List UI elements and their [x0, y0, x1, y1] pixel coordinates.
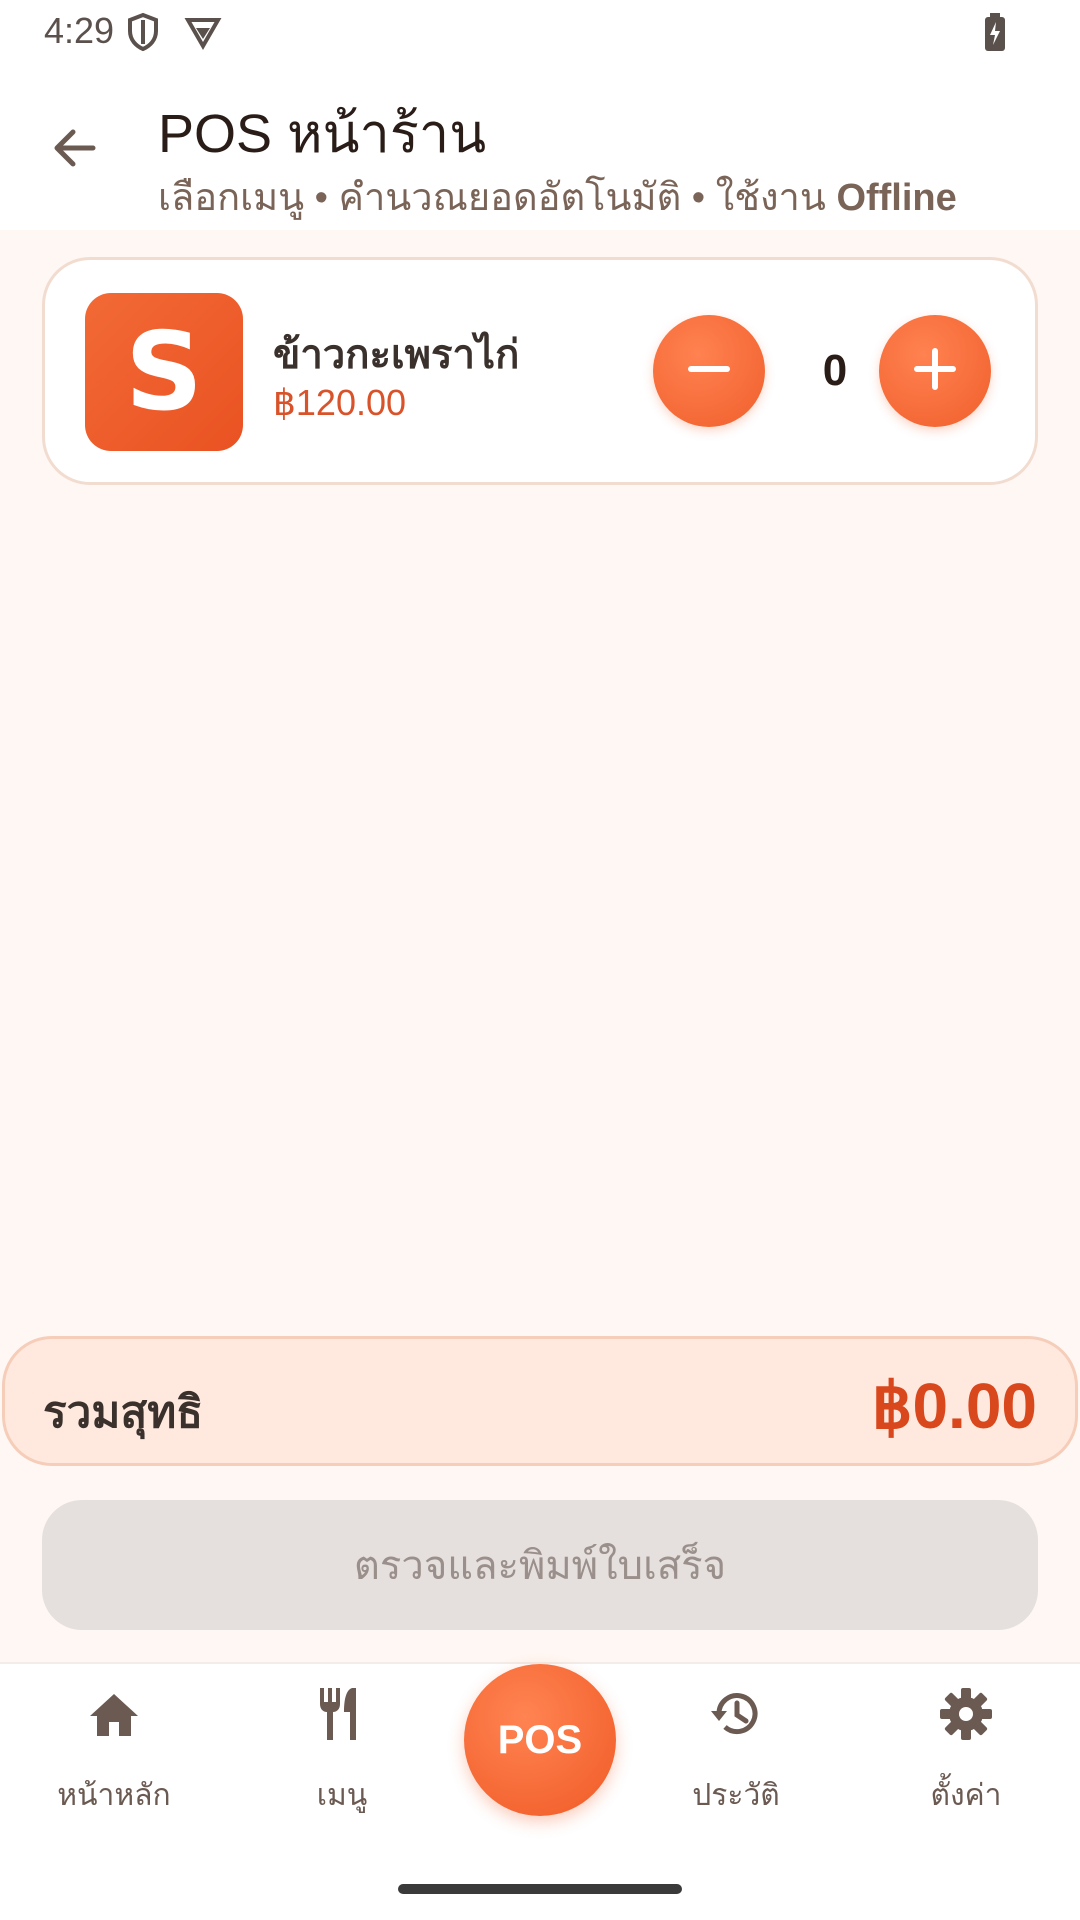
total-summary: รวมสุทธิ ฿0.00 — [2, 1336, 1078, 1466]
page-title: POS หน้าร้าน — [158, 104, 487, 164]
nav-home-label: หน้าหลัก — [57, 1778, 171, 1813]
item-price: ฿120.00 — [273, 382, 407, 423]
nav-menu-label: เมนู — [316, 1778, 368, 1813]
subtitle-offline: Offline — [836, 177, 957, 219]
vpn-icon — [184, 12, 222, 56]
arrow-left-icon — [49, 123, 99, 177]
home-indicator — [398, 1884, 682, 1894]
plus-icon — [911, 345, 959, 397]
decrease-quantity-button[interactable] — [653, 315, 765, 427]
app-bar: POS หน้าร้าน เลือกเมนู • คำนวณยอดอัตโนมั… — [0, 64, 1080, 230]
menu-item-card: S ข้าวกะเพราไก่ ฿120.00 0 — [42, 257, 1038, 485]
gear-icon — [934, 1682, 998, 1746]
status-time: 4:29 — [44, 10, 115, 51]
increase-quantity-button[interactable] — [879, 315, 991, 427]
history-icon — [704, 1682, 768, 1746]
print-receipt-button[interactable]: ตรวจและพิมพ์ใบเสร็จ — [42, 1500, 1038, 1630]
item-logo: S — [85, 293, 243, 451]
nav-pos-button[interactable]: POS — [464, 1664, 616, 1816]
subtitle-text: เลือกเมนู • คำนวณยอดอัตโนมัติ • ใช้งาน — [158, 177, 837, 219]
quantity-value: 0 — [822, 346, 848, 395]
total-label: รวมสุทธิ — [43, 1387, 204, 1438]
nav-history-label: ประวัติ — [692, 1778, 780, 1813]
nav-menu[interactable]: เมนู — [252, 1682, 432, 1832]
shield-icon — [126, 12, 160, 56]
nav-home[interactable]: หน้าหลัก — [24, 1682, 204, 1832]
item-name: ข้าวกะเพราไก่ — [273, 332, 520, 378]
status-bar: 4:29 — [0, 0, 1080, 64]
total-value: ฿0.00 — [871, 1370, 1037, 1442]
battery-charging-icon — [984, 12, 1006, 56]
utensils-icon — [310, 1682, 374, 1746]
minus-icon — [685, 345, 733, 397]
back-button[interactable] — [40, 116, 108, 184]
page-subtitle: เลือกเมนู • คำนวณยอดอัตโนมัติ • ใช้งาน O… — [158, 166, 957, 227]
home-icon — [82, 1682, 146, 1746]
nav-settings-label: ตั้งค่า — [930, 1778, 1002, 1813]
nav-settings[interactable]: ตั้งค่า — [876, 1682, 1056, 1832]
nav-history[interactable]: ประวัติ — [646, 1682, 826, 1832]
